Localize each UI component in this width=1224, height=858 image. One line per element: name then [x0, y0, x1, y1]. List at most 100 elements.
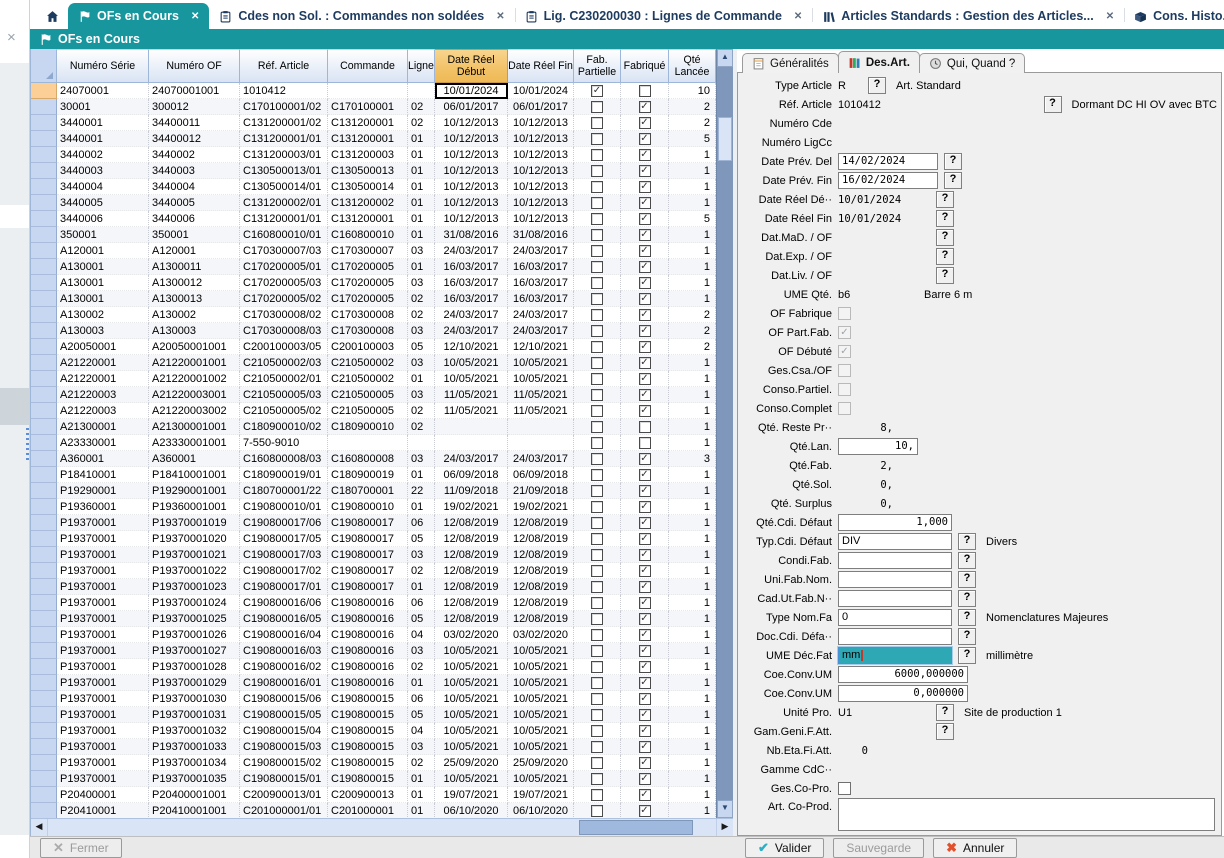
- column-header-date-reel-debut[interactable]: Date Réel Début: [435, 49, 508, 83]
- cell-cmd[interactable]: C190800017: [328, 531, 408, 547]
- cell-fin[interactable]: 12/08/2019: [508, 515, 574, 531]
- cell-fin[interactable]: 10/12/2013: [508, 131, 574, 147]
- row-header[interactable]: [31, 643, 57, 659]
- cell-partielle[interactable]: [574, 659, 621, 675]
- cell-cmd[interactable]: C190800015: [328, 691, 408, 707]
- cell-serie[interactable]: P18410001: [57, 467, 149, 483]
- cell-cmd[interactable]: C170300007: [328, 243, 408, 259]
- cell-ligne[interactable]: 01: [408, 163, 435, 179]
- cell-debut[interactable]: 12/08/2019: [435, 547, 508, 563]
- row-header[interactable]: [31, 755, 57, 771]
- cell-partielle[interactable]: [574, 451, 621, 467]
- table-row[interactable]: P19290001P19290001001C180700001/22C18070…: [31, 483, 716, 499]
- cell-ligne[interactable]: 06: [408, 595, 435, 611]
- cell-of[interactable]: 34400011: [149, 115, 240, 131]
- cell-ref[interactable]: C190800015/04: [240, 723, 328, 739]
- row-header[interactable]: [31, 515, 57, 531]
- cell-of[interactable]: P19360001001: [149, 499, 240, 515]
- cell-debut[interactable]: 10/12/2013: [435, 211, 508, 227]
- help-lookup-button[interactable]: ?: [958, 552, 976, 569]
- help-lookup-button[interactable]: ?: [944, 172, 962, 189]
- field-checkbox[interactable]: [838, 782, 851, 795]
- field-input[interactable]: 0: [838, 609, 952, 626]
- cell-fin[interactable]: [508, 435, 574, 451]
- cell-fabrique[interactable]: ✓: [621, 467, 669, 483]
- column-header-date-reel-fin[interactable]: Date Réel Fin: [508, 49, 574, 83]
- cell-qte[interactable]: 1: [669, 291, 716, 307]
- cell-debut[interactable]: 10/05/2021: [435, 675, 508, 691]
- cell-debut[interactable]: 24/03/2017: [435, 323, 508, 339]
- cell-qte[interactable]: 1: [669, 627, 716, 643]
- cell-debut[interactable]: 03/02/2020: [435, 627, 508, 643]
- cell-partielle[interactable]: [574, 707, 621, 723]
- help-lookup-button[interactable]: ?: [958, 571, 976, 588]
- cell-debut[interactable]: 31/08/2016: [435, 227, 508, 243]
- row-header[interactable]: [31, 99, 57, 115]
- cell-debut[interactable]: 24/03/2017: [435, 307, 508, 323]
- help-lookup-button[interactable]: ?: [868, 77, 886, 94]
- cell-of[interactable]: 300012: [149, 99, 240, 115]
- cell-serie[interactable]: P19370001: [57, 675, 149, 691]
- cell-debut[interactable]: 10/05/2021: [435, 739, 508, 755]
- cell-of[interactable]: 3440005: [149, 195, 240, 211]
- cell-fin[interactable]: 19/07/2021: [508, 787, 574, 803]
- cell-serie[interactable]: A360001: [57, 451, 149, 467]
- cell-ref[interactable]: C160800008/03: [240, 451, 328, 467]
- cell-serie[interactable]: P20410001: [57, 803, 149, 818]
- cell-serie[interactable]: P19370001: [57, 659, 149, 675]
- cell-ligne[interactable]: 01: [408, 259, 435, 275]
- cell-ref[interactable]: C170300007/03: [240, 243, 328, 259]
- cell-debut[interactable]: 12/08/2019: [435, 595, 508, 611]
- cell-serie[interactable]: P19290001: [57, 483, 149, 499]
- cell-debut[interactable]: 10/12/2013: [435, 195, 508, 211]
- cell-partielle[interactable]: ✓: [574, 83, 621, 99]
- cell-fin[interactable]: 10/05/2021: [508, 659, 574, 675]
- cell-ref[interactable]: C190800015/05: [240, 707, 328, 723]
- cell-of[interactable]: P20410001001: [149, 803, 240, 818]
- cell-of[interactable]: P19370001031: [149, 707, 240, 723]
- cell-partielle[interactable]: [574, 227, 621, 243]
- table-row[interactable]: 30001300012C170100001/02C1701000010206/0…: [31, 99, 716, 115]
- cell-ref[interactable]: C190800017/02: [240, 563, 328, 579]
- splitter-handle[interactable]: [26, 428, 29, 462]
- row-header[interactable]: [31, 739, 57, 755]
- cell-qte[interactable]: 1: [669, 531, 716, 547]
- cell-debut[interactable]: 11/05/2021: [435, 387, 508, 403]
- cell-ref[interactable]: C170300008/03: [240, 323, 328, 339]
- cell-of[interactable]: A21300001001: [149, 419, 240, 435]
- cell-cmd[interactable]: C210500005: [328, 403, 408, 419]
- row-header[interactable]: [31, 563, 57, 579]
- column-header-qte-lancee[interactable]: Qté Lancée: [669, 49, 716, 83]
- cell-cmd[interactable]: C170300008: [328, 323, 408, 339]
- row-header[interactable]: [31, 547, 57, 563]
- cell-fabrique[interactable]: ✓: [621, 691, 669, 707]
- cell-ligne[interactable]: [408, 435, 435, 451]
- cell-serie[interactable]: P19370001: [57, 643, 149, 659]
- cell-of[interactable]: P19370001027: [149, 643, 240, 659]
- cell-debut[interactable]: 12/08/2019: [435, 515, 508, 531]
- cell-partielle[interactable]: [574, 291, 621, 307]
- cell-qte[interactable]: 1: [669, 195, 716, 211]
- cell-serie[interactable]: P19370001: [57, 611, 149, 627]
- cell-ligne[interactable]: 03: [408, 643, 435, 659]
- table-row[interactable]: A21220003A21220003002C210500005/02C21050…: [31, 403, 716, 419]
- cell-of[interactable]: A120001: [149, 243, 240, 259]
- cell-of[interactable]: P19370001023: [149, 579, 240, 595]
- cell-debut[interactable]: 06/10/2020: [435, 803, 508, 818]
- cell-ligne[interactable]: 03: [408, 243, 435, 259]
- field-input[interactable]: [838, 590, 952, 607]
- cell-qte[interactable]: 10: [669, 83, 716, 99]
- cell-fin[interactable]: 24/03/2017: [508, 243, 574, 259]
- cell-of[interactable]: P20400001001: [149, 787, 240, 803]
- cell-partielle[interactable]: [574, 467, 621, 483]
- table-row[interactable]: 34400053440005C131200002/01C131200002011…: [31, 195, 716, 211]
- cell-of[interactable]: P19290001001: [149, 483, 240, 499]
- vertical-scrollbar[interactable]: ▲ ▼: [716, 49, 733, 818]
- cell-cmd[interactable]: C180700001: [328, 483, 408, 499]
- cell-qte[interactable]: 1: [669, 659, 716, 675]
- cell-debut[interactable]: [435, 435, 508, 451]
- cell-cmd[interactable]: C131200001: [328, 211, 408, 227]
- scroll-right-icon[interactable]: ▶: [716, 819, 733, 836]
- cell-fabrique[interactable]: ✓: [621, 307, 669, 323]
- cell-of[interactable]: P19370001025: [149, 611, 240, 627]
